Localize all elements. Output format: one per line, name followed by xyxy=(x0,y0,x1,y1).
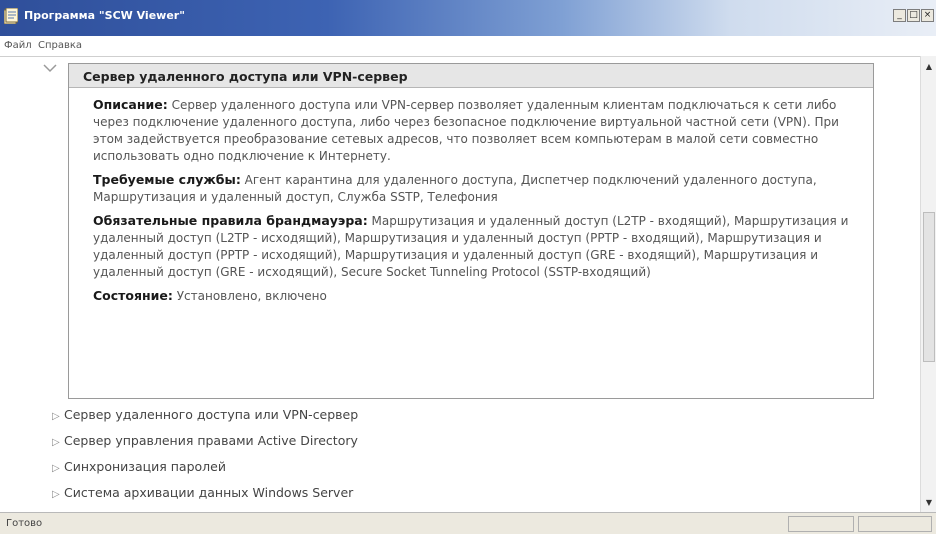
status-bar-text: Готово xyxy=(6,518,43,529)
scroll-up-icon[interactable]: ▲ xyxy=(921,58,936,74)
firewall-section: Обязательные правила брандмауэра: Маршру… xyxy=(93,212,863,281)
tree-item-label: Синхронизация паролей xyxy=(64,459,226,474)
status-text: Установлено, включено xyxy=(176,289,327,303)
tree-item[interactable]: ▷ Синхронизация паролей xyxy=(52,459,226,474)
tree-item[interactable]: ▷ Сервер управления правами Active Direct… xyxy=(52,433,358,448)
minimize-button[interactable]: _ xyxy=(893,9,906,22)
description-section: Описание: Сервер удаленного доступа или … xyxy=(93,96,863,165)
menu-file[interactable]: Файл xyxy=(4,40,32,51)
expand-arrow-icon: ▷ xyxy=(52,437,60,448)
tree-item-label: Система архивации данных Windows Server xyxy=(64,485,354,500)
expanded-item-body: Описание: Сервер удаленного доступа или … xyxy=(93,96,863,311)
tree-item[interactable]: ▷ Сервер удаленного доступа или VPN-серве… xyxy=(52,407,358,422)
expand-arrow-icon: ▷ xyxy=(52,489,60,500)
status-bar: Готово xyxy=(0,512,936,534)
close-button[interactable]: × xyxy=(921,9,934,22)
expand-arrow-icon: ▷ xyxy=(52,411,60,422)
status-panel xyxy=(858,516,932,532)
maximize-button[interactable]: □ xyxy=(907,9,920,22)
firewall-label: Обязательные правила брандмауэра: xyxy=(93,213,368,228)
window-title: Программа "SCW Viewer" xyxy=(24,9,185,22)
expanded-item-details: Сервер удаленного доступа или VPN-сервер… xyxy=(68,63,874,399)
title-bar: Программа "SCW Viewer" _ □ × xyxy=(0,0,936,36)
description-text: Сервер удаленного доступа или VPN-сервер… xyxy=(93,98,839,163)
expanded-item-header[interactable]: Сервер удаленного доступа или VPN-сервер xyxy=(69,64,873,88)
vertical-scrollbar[interactable]: ▲ ▼ xyxy=(920,56,936,512)
status-section: Состояние: Установлено, включено xyxy=(93,287,863,305)
expand-arrow-icon: ▷ xyxy=(52,463,60,474)
content-area: Сервер удаленного доступа или VPN-сервер… xyxy=(0,56,920,512)
tree-item-label: Сервер удаленного доступа или VPN-сервер xyxy=(64,407,359,422)
expanded-item-title: Сервер удаленного доступа или VPN-сервер xyxy=(83,69,408,84)
scroll-down-icon[interactable]: ▼ xyxy=(921,494,936,510)
tree-item-label: Сервер управления правами Active Directo… xyxy=(64,433,358,448)
status-panel xyxy=(788,516,854,532)
status-label: Состояние: xyxy=(93,288,173,303)
description-label: Описание: xyxy=(93,97,168,112)
tree-item[interactable]: ▷ Система архивации данных Windows Server xyxy=(52,485,353,500)
chevron-down-icon[interactable] xyxy=(42,63,58,73)
app-icon xyxy=(4,8,18,24)
services-label: Требуемые службы: xyxy=(93,172,241,187)
menu-bar: Файл Справка xyxy=(0,36,936,56)
window-controls: _ □ × xyxy=(892,9,934,22)
scroll-thumb[interactable] xyxy=(923,212,935,362)
services-section: Требуемые службы: Агент карантина для уд… xyxy=(93,171,863,206)
menu-help[interactable]: Справка xyxy=(38,40,82,51)
